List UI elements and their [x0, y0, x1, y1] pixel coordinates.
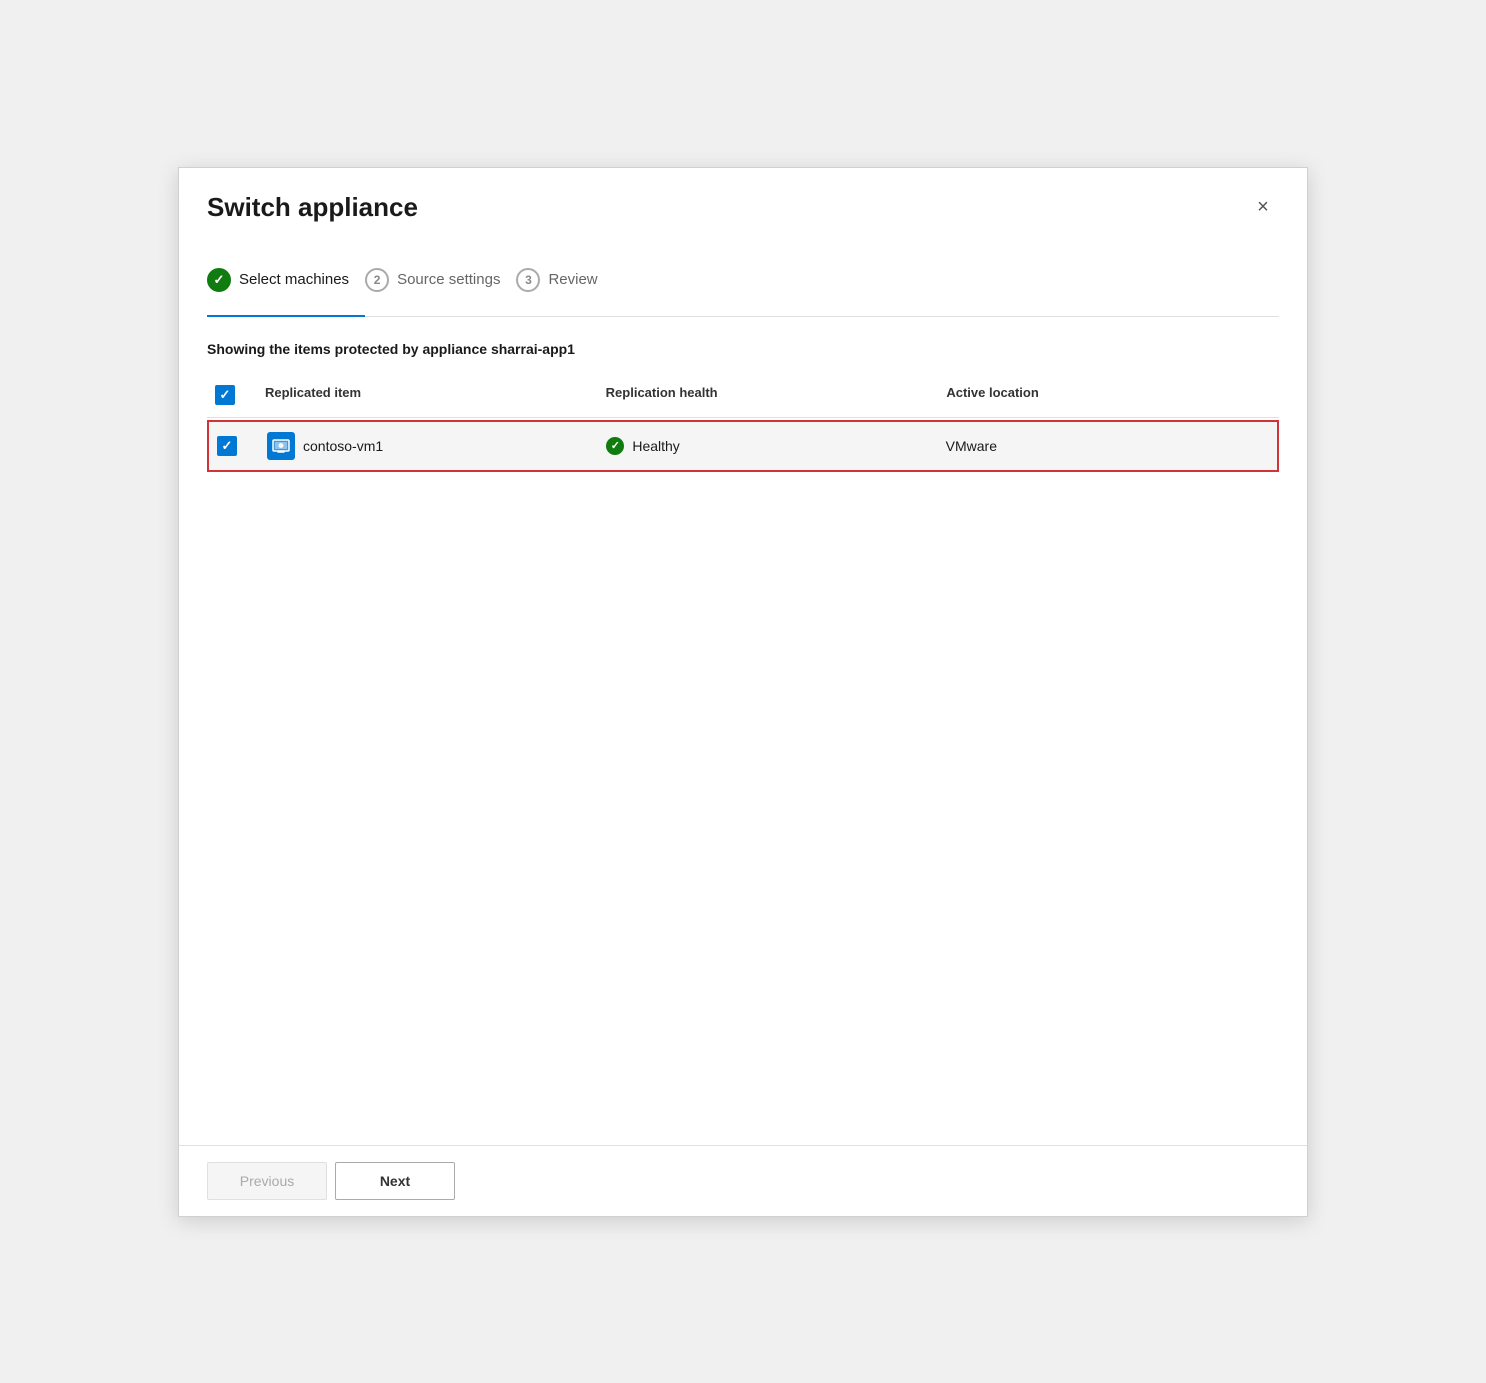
- row-checkbox[interactable]: [217, 436, 237, 456]
- table-header-row: Replicated item Replication health Activ…: [207, 373, 1279, 418]
- step-2-label: Source settings: [397, 271, 500, 288]
- dialog-content: ✓ Select machines 2 Source settings 3 Re…: [179, 240, 1307, 1145]
- description-text: Showing the items protected by appliance…: [207, 341, 1279, 357]
- step-select-machines[interactable]: ✓ Select machines: [207, 260, 365, 300]
- select-all-checkbox[interactable]: [215, 385, 235, 405]
- cell-replication-health: ✓ Healthy: [598, 427, 937, 465]
- step-2-circle: 2: [365, 268, 389, 292]
- vm-icon: [267, 432, 295, 460]
- next-button[interactable]: Next: [335, 1162, 455, 1200]
- step-3-circle: 3: [516, 268, 540, 292]
- cell-checkbox[interactable]: [209, 426, 259, 466]
- machines-table: Replicated item Replication health Activ…: [207, 373, 1279, 472]
- cell-replicated-item: contoso-vm1: [259, 422, 598, 470]
- col-checkbox-header: [207, 381, 257, 409]
- col-replicated-item-header: Replicated item: [257, 381, 598, 409]
- step-review[interactable]: 3 Review: [516, 260, 613, 300]
- switch-appliance-dialog: Switch appliance × ✓ Select machines 2 S…: [178, 167, 1308, 1217]
- table-row[interactable]: contoso-vm1 ✓ Healthy VMware: [207, 420, 1279, 472]
- location-label: VMware: [946, 438, 997, 454]
- steps-navigation: ✓ Select machines 2 Source settings 3 Re…: [207, 260, 1279, 317]
- dialog-footer: Previous Next: [179, 1145, 1307, 1216]
- cell-active-location: VMware: [938, 428, 1277, 464]
- health-label: Healthy: [632, 438, 679, 454]
- health-icon: ✓: [606, 437, 624, 455]
- step-1-label: Select machines: [239, 271, 349, 288]
- col-active-location-header: Active location: [938, 381, 1279, 409]
- close-button[interactable]: ×: [1247, 192, 1279, 224]
- dialog-title: Switch appliance: [207, 192, 418, 223]
- vm-name: contoso-vm1: [303, 438, 383, 454]
- previous-button[interactable]: Previous: [207, 1162, 327, 1200]
- dialog-header: Switch appliance ×: [179, 168, 1307, 240]
- step-1-circle: ✓: [207, 268, 231, 292]
- step-source-settings[interactable]: 2 Source settings: [365, 260, 516, 300]
- col-replication-health-header: Replication health: [598, 381, 939, 409]
- step-3-label: Review: [548, 271, 597, 288]
